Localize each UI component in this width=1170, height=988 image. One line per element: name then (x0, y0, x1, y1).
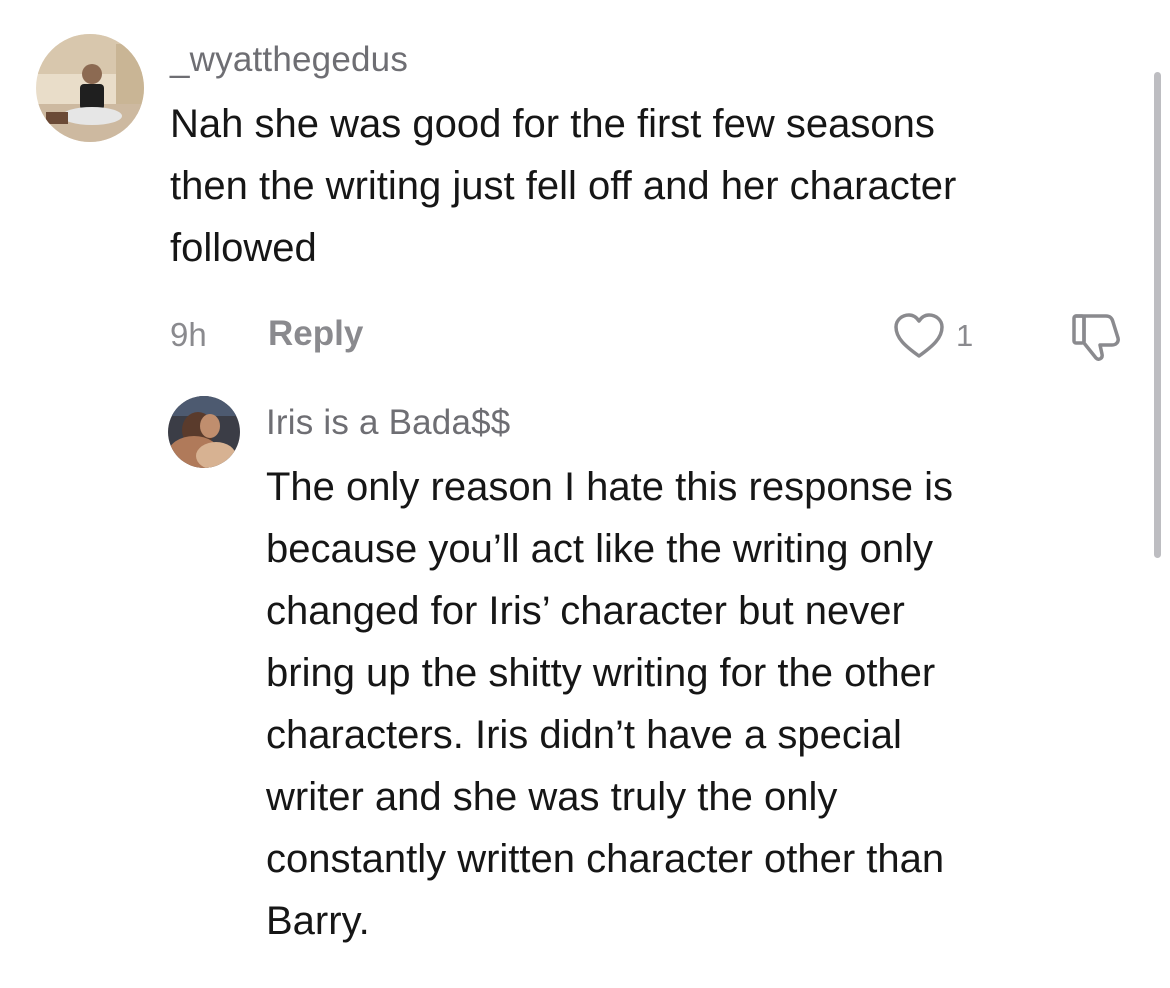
user-avatar-photo-icon (168, 396, 240, 468)
comment-line: constantly written character other than (266, 837, 945, 881)
reply-button[interactable]: Reply (268, 314, 363, 354)
comment-timestamp: 9h (170, 316, 207, 353)
comment-body: Nah she was good for the first few seaso… (170, 93, 956, 279)
avatar[interactable] (168, 396, 240, 468)
comment-line: Nah she was good for the first few seaso… (170, 102, 935, 146)
comment-line: then the writing just fell off and her c… (170, 164, 957, 208)
avatar[interactable] (36, 34, 144, 142)
heart-icon[interactable] (892, 312, 946, 365)
comment-line: The only reason I hate this response is (266, 465, 954, 509)
scrollbar-thumb[interactable] (1154, 72, 1161, 558)
comment-line: writer and she was truly the only (266, 775, 838, 819)
thumbs-down-icon[interactable] (1070, 310, 1126, 367)
comment-line: characters. Iris didn’t have a special (266, 713, 902, 757)
comment-line: Barry. (266, 899, 370, 943)
username[interactable]: _wyatthegedus (170, 40, 408, 80)
comment-line: because you’ll act like the writing only (266, 527, 934, 571)
comment-line: followed (170, 226, 317, 270)
like-count: 1 (956, 318, 974, 353)
user-avatar-photo-icon (36, 34, 144, 142)
comment-line: changed for Iris’ character but never (266, 589, 905, 633)
comment-body: The only reason I hate this response is … (266, 456, 953, 952)
username[interactable]: Iris is a Bada$$ (266, 403, 510, 443)
comment-line: bring up the shitty writing for the othe… (266, 651, 936, 695)
